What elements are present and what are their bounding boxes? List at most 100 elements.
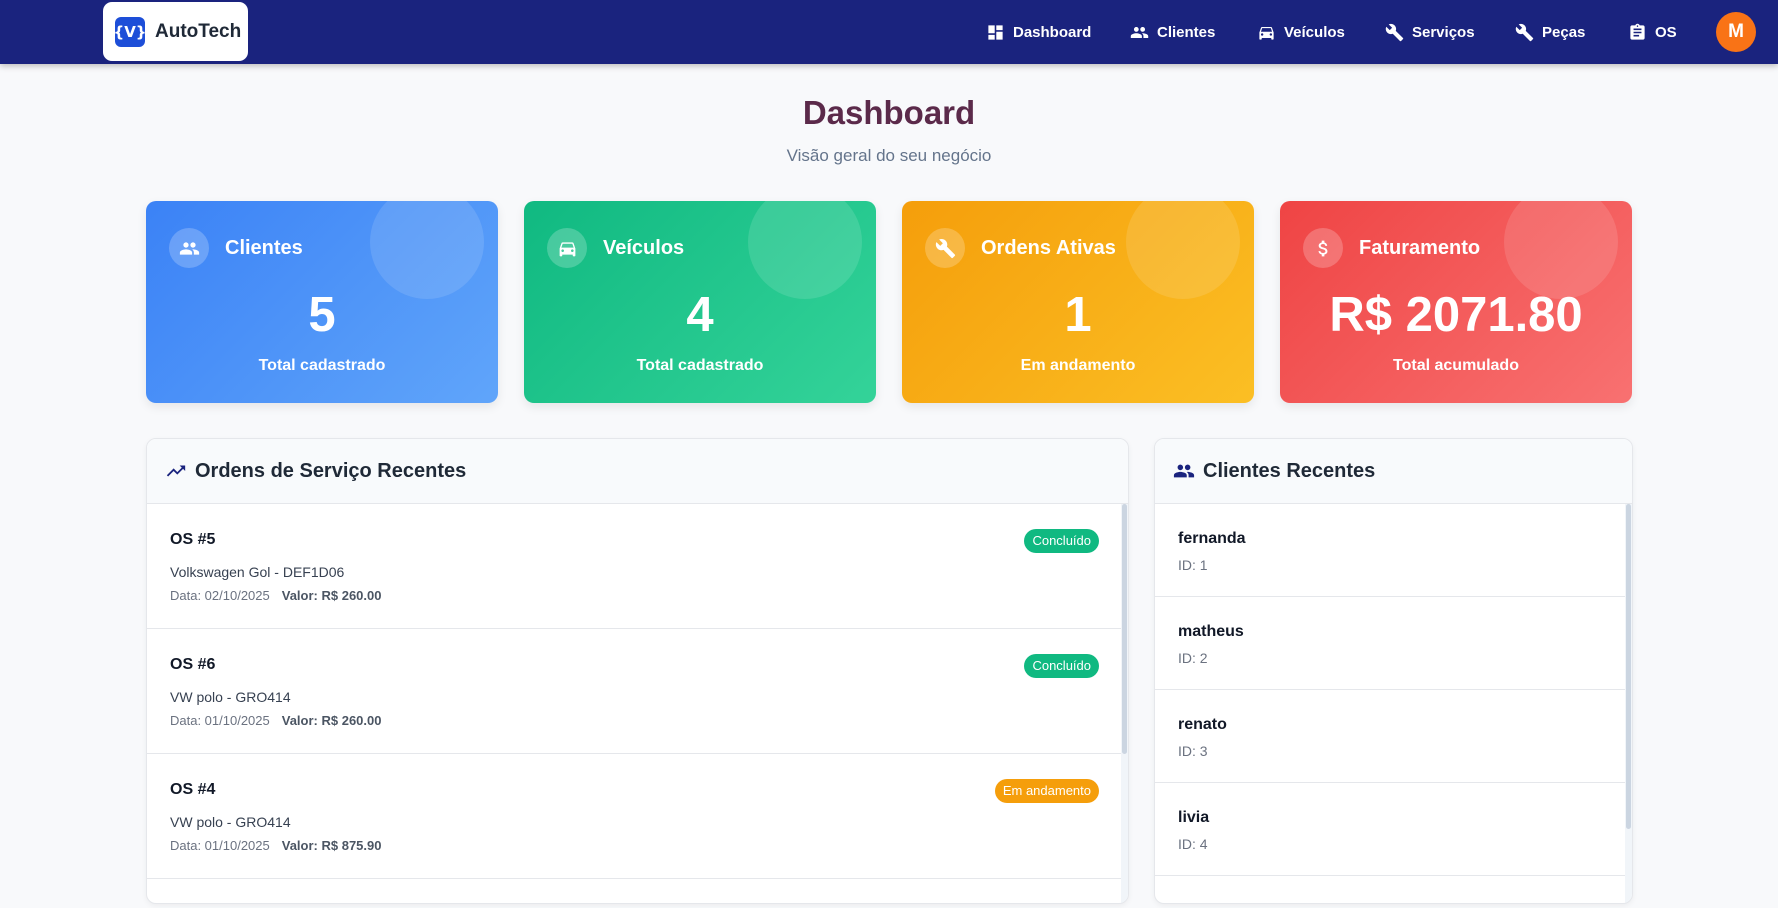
order-item[interactable]: OS #4 VW polo - GRO414 Data: 01/10/2025 V… <box>147 754 1128 879</box>
order-meta: Data: 01/10/2025 Valor: R$ 875.90 <box>170 838 1128 853</box>
nav-servicos-label: Serviços <box>1412 23 1475 41</box>
stat-value: 5 <box>308 288 336 342</box>
clipboard-icon <box>1630 23 1645 40</box>
panel-header: Ordens de Serviço Recentes <box>147 439 1128 504</box>
people-icon <box>1173 464 1195 478</box>
order-id: OS #4 <box>170 781 216 798</box>
status-badge: Concluído <box>1024 654 1099 678</box>
client-id: ID: 4 <box>1178 836 1208 852</box>
stat-caption: Total cadastrado <box>636 357 764 374</box>
order-date: Data: 01/10/2025 <box>170 713 270 728</box>
stat-caption: Em andamento <box>1020 357 1136 374</box>
order-vehicle: VW polo - GRO414 <box>170 814 291 830</box>
nav-veiculos-label: Veículos <box>1284 23 1345 41</box>
order-value: Valor: R$ 875.90 <box>281 838 382 853</box>
stat-card-ordens-ativas: Ordens Ativas 1 Em andamento <box>902 201 1254 403</box>
stat-value: 4 <box>686 288 714 342</box>
nav-clientes-label: Clientes <box>1157 23 1216 41</box>
order-id: OS #5 <box>170 531 216 548</box>
brand-logo-icon: {V} <box>114 16 146 47</box>
order-vehicle: Volkswagen Gol - DEF1D06 <box>170 564 345 580</box>
stat-card-faturamento: Faturamento R$ 2071.80 Total acumulado <box>1280 201 1632 403</box>
stat-label: Clientes <box>225 237 303 259</box>
user-avatar[interactable]: M <box>1716 12 1756 52</box>
recent-orders-panel: Ordens de Serviço Recentes OS #5 Volkswa… <box>146 438 1129 904</box>
stat-label: Faturamento <box>1359 237 1481 259</box>
nav-pecas[interactable]: Peças <box>1515 18 1585 46</box>
order-vehicle: VW polo - GRO414 <box>170 689 291 705</box>
client-name: fernanda <box>1178 530 1246 547</box>
panel-title: Clientes Recentes <box>1203 459 1376 482</box>
order-value: Valor: R$ 260.00 <box>281 588 382 603</box>
brand-name: AutoTech <box>155 20 242 42</box>
page-subtitle: Visão geral do seu negócio <box>786 146 992 165</box>
stat-caption: Total cadastrado <box>258 357 386 374</box>
stat-label: Veículos <box>603 237 685 259</box>
scrollbar-thumb[interactable] <box>1122 504 1127 754</box>
wrench-icon <box>1515 23 1534 41</box>
dollar-icon <box>1318 240 1327 256</box>
stat-icon-wrapper <box>169 228 209 268</box>
brand-logo[interactable]: {V} AutoTech <box>103 2 248 61</box>
nav-servicos[interactable]: Serviços <box>1385 18 1475 46</box>
client-item[interactable]: fernanda ID: 1 <box>1155 504 1632 597</box>
order-id: OS #6 <box>170 656 216 673</box>
scrollbar[interactable] <box>1121 504 1128 903</box>
car-icon <box>559 241 575 256</box>
scrollbar[interactable] <box>1625 504 1632 903</box>
order-meta: Data: 01/10/2025 Valor: R$ 260.00 <box>170 713 1128 728</box>
stat-card-clientes: Clientes 5 Total cadastrado <box>146 201 498 403</box>
nav-pecas-label: Peças <box>1542 23 1586 41</box>
client-item[interactable]: renato ID: 3 <box>1155 690 1632 783</box>
stat-icon-wrapper <box>547 228 587 268</box>
car-icon <box>1259 26 1274 40</box>
decorative-circle <box>748 201 862 299</box>
stat-icon-wrapper <box>1303 228 1343 268</box>
people-icon <box>1130 26 1149 38</box>
nav-clientes[interactable]: Clientes <box>1130 18 1215 46</box>
order-meta: Data: 02/10/2025 Valor: R$ 260.00 <box>170 588 1128 603</box>
nav-dashboard-label: Dashboard <box>1013 23 1092 41</box>
stat-value: R$ 2071.80 <box>1329 288 1583 342</box>
status-badge: Concluído <box>1024 529 1099 553</box>
decorative-circle <box>1504 201 1618 299</box>
trending-up-icon <box>166 465 186 477</box>
dashboard-icon <box>988 24 1003 40</box>
panel-title: Ordens de Serviço Recentes <box>195 459 467 482</box>
client-id: ID: 1 <box>1178 557 1208 573</box>
nav-veiculos[interactable]: Veículos <box>1257 18 1345 46</box>
decorative-circle <box>1126 201 1240 299</box>
stat-value: 1 <box>1064 288 1092 342</box>
order-date: Data: 02/10/2025 <box>170 588 270 603</box>
recent-clients-panel: Clientes Recentes fernanda ID: 1 matheus… <box>1154 438 1633 904</box>
decorative-circle <box>370 201 484 299</box>
orders-list[interactable]: OS #5 Volkswagen Gol - DEF1D06 Data: 02/… <box>147 504 1128 903</box>
client-id: ID: 3 <box>1178 743 1208 759</box>
order-item[interactable]: OS #6 VW polo - GRO414 Data: 01/10/2025 V… <box>147 629 1128 754</box>
order-date: Data: 01/10/2025 <box>170 838 270 853</box>
client-name: livia <box>1178 809 1210 826</box>
stat-caption: Total acumulado <box>1393 357 1519 374</box>
client-item[interactable]: matheus ID: 2 <box>1155 597 1632 690</box>
clients-list[interactable]: fernanda ID: 1 matheus ID: 2 renato ID: … <box>1155 504 1632 903</box>
stat-icon-wrapper <box>925 228 965 268</box>
nav-os[interactable]: OS <box>1628 18 1677 46</box>
stat-card-veiculos: Veículos 4 Total cadastrado <box>524 201 876 403</box>
client-name: matheus <box>1178 623 1244 640</box>
client-item[interactable]: livia ID: 4 <box>1155 783 1632 876</box>
top-navbar: {V} AutoTech Dashboard Clientes Veículos… <box>0 0 1778 64</box>
nav-dashboard[interactable]: Dashboard <box>986 18 1091 46</box>
order-value: Valor: R$ 260.00 <box>281 713 382 728</box>
wrench-icon <box>1385 23 1404 41</box>
page-title: Dashboard <box>802 94 976 131</box>
nav-os-label: OS <box>1655 23 1677 41</box>
wrench-icon <box>935 238 955 258</box>
stat-label: Ordens Ativas <box>981 237 1116 259</box>
client-name: renato <box>1178 716 1227 733</box>
panel-header: Clientes Recentes <box>1155 439 1632 504</box>
order-item[interactable]: OS #5 Volkswagen Gol - DEF1D06 Data: 02/… <box>147 504 1128 629</box>
people-icon <box>179 241 199 255</box>
status-badge: Em andamento <box>994 779 1099 803</box>
client-id: ID: 2 <box>1178 650 1208 666</box>
scrollbar-thumb[interactable] <box>1626 504 1631 829</box>
